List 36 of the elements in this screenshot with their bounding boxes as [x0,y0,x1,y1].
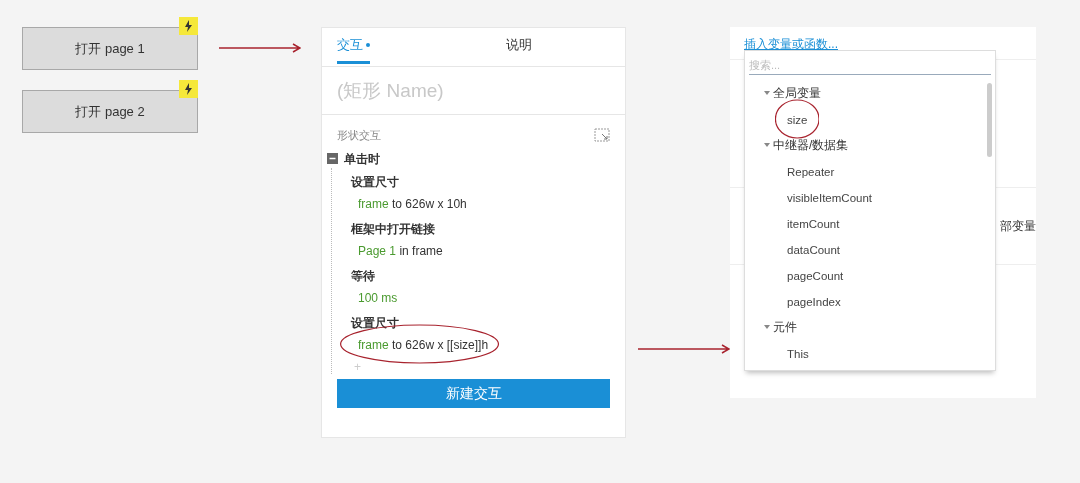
new-interaction-button[interactable]: 新建交互 [337,378,610,408]
panel-tab[interactable]: 交互 [337,35,487,66]
group-label: 全局变量 [773,85,821,102]
triangle-icon[interactable] [764,90,770,96]
variable-item[interactable]: pageCount [787,270,844,282]
collapse-icon[interactable] [327,153,338,164]
event-label: 单击时 [344,150,380,168]
section-title: 形状交互 [337,128,381,143]
variable-item[interactable]: itemCount [787,218,840,230]
panel-tab[interactable]: 说明 [487,35,610,66]
action-title: 设置尺寸 [351,314,400,332]
scrollbar[interactable] [986,83,992,157]
group-label: 中继器/数据集 [773,137,849,154]
variable-item[interactable]: pageIndex [787,296,841,308]
page-button[interactable]: 打开 page 1 [22,27,198,70]
lightning-icon [179,17,198,35]
variable-label: 部变量 [1000,218,1036,235]
expand-icon[interactable] [594,128,610,143]
variable-item[interactable]: This [787,348,809,360]
search-field[interactable]: 搜索... [749,55,991,75]
variable-item[interactable]: size [787,114,808,126]
action-detail[interactable]: Page 1 in frame [358,243,443,258]
page-button[interactable]: 打开 page 2 [22,90,198,133]
action-detail[interactable]: 100 ms [358,290,398,305]
variable-item[interactable]: Repeater [787,166,835,178]
insert-variable-link[interactable]: 插入变量或函数... [744,35,838,53]
variable-item[interactable]: visibleItemCount [787,192,872,204]
triangle-icon[interactable] [764,142,770,148]
triangle-icon[interactable] [764,324,770,330]
action-title: 等待 [351,267,376,285]
action-title: 设置尺寸 [351,173,400,191]
variable-item[interactable]: dataCount [787,244,841,256]
group-label: 元件 [773,319,797,336]
action-detail[interactable]: frame to 626w x 10h [358,196,467,211]
action-title: 框架中打开链接 [351,220,436,238]
lightning-icon [179,80,198,98]
